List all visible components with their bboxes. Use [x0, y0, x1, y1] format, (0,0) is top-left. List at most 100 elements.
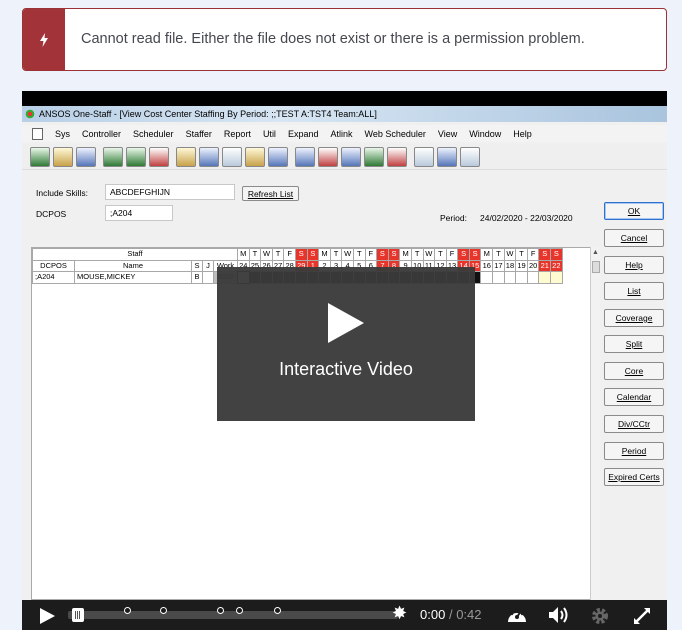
row-s: B	[191, 271, 203, 284]
weekday-header: S	[306, 248, 320, 261]
weekday-header: S	[468, 248, 482, 261]
weekday-header: T	[515, 248, 528, 261]
toolbar-grid-icon	[76, 146, 96, 167]
toolbar-chart-icon	[199, 146, 219, 167]
toolbar-schedule2-icon	[126, 146, 146, 167]
menu-bar: Sys Controller Scheduler Staffer Report …	[22, 125, 667, 142]
menu-item-util: Util	[262, 128, 276, 139]
staff-header: Staff	[32, 248, 238, 261]
toolbar-alert-icon	[387, 146, 407, 167]
menu-item-sys: Sys	[55, 128, 71, 139]
toolbar-people-icon	[318, 146, 338, 167]
interaction-marker[interactable]	[217, 607, 224, 614]
toolbar-staff-icon	[30, 146, 50, 167]
interaction-marker[interactable]	[236, 607, 243, 614]
toolbar-schedule3-icon	[149, 146, 169, 167]
grid-header-weekdays: Staff M T W T F S S M T W T F S S M T W T F S S M T W T F S S	[32, 248, 563, 261]
error-alert: Cannot read file. Either the file does n…	[22, 8, 667, 71]
menu-item-report: Report	[223, 128, 251, 139]
scroll-thumb	[592, 261, 600, 273]
name-column-header: Name	[74, 259, 192, 272]
weekday-header: F	[445, 248, 459, 261]
ok-button: OK	[604, 202, 664, 220]
play-icon[interactable]	[328, 303, 364, 343]
fullscreen-icon[interactable]	[632, 606, 652, 626]
row-dcpos: ;A204	[32, 271, 75, 284]
toolbar-calendar-icon	[341, 146, 361, 167]
menu-item-atlink: Atlink	[330, 128, 353, 139]
day-number-header: 16	[480, 259, 494, 272]
document-icon	[32, 127, 43, 140]
period-label: Period:	[440, 213, 467, 223]
weekday-header: W	[503, 248, 517, 261]
day-number-header: 21	[538, 259, 552, 272]
menu-item-web-scheduler: Web Scheduler	[364, 128, 426, 139]
dcpos-input: ;A204	[105, 205, 173, 221]
toolbar-notes-icon	[414, 146, 434, 167]
period-button: Period	[604, 442, 664, 460]
div-cctr-button: Div/CCtr	[604, 415, 664, 433]
j-column-header: J	[202, 259, 214, 272]
interaction-marker[interactable]	[274, 607, 281, 614]
window-titlebar: ANSOS One-Staff - [View Cost Center Staf…	[22, 106, 667, 122]
toolbar	[22, 144, 667, 170]
toolbar-list-icon	[295, 146, 315, 167]
weekday-header: T	[434, 248, 447, 261]
weekday-header: M	[480, 248, 494, 261]
window-title: ANSOS One-Staff - [View Cost Center Staf…	[39, 109, 377, 119]
day-number-header: 20	[526, 259, 540, 272]
menu-item-staffer: Staffer	[185, 128, 212, 139]
interaction-marker[interactable]	[160, 607, 167, 614]
weekday-header: T	[271, 248, 285, 261]
weekday-header: T	[352, 248, 366, 261]
volume-icon[interactable]	[548, 606, 570, 624]
dcpos-column-header: DCPOS	[32, 259, 75, 272]
progress-track[interactable]	[68, 607, 398, 619]
weekday-header: F	[526, 248, 540, 261]
weekday-header: M	[399, 248, 412, 261]
progress-handle[interactable]	[72, 608, 84, 622]
calendar-button: Calendar	[604, 388, 664, 406]
day-number-header: 17	[492, 259, 505, 272]
weekday-header: T	[248, 248, 262, 261]
weekday-header: W	[422, 248, 436, 261]
settings-gear-icon[interactable]	[590, 606, 610, 626]
weekday-header: S	[387, 248, 401, 261]
video-player[interactable]: ANSOS One-Staff - [View Cost Center Staf…	[22, 91, 667, 630]
schedule-cell	[550, 271, 563, 284]
schedule-cell	[515, 271, 528, 284]
toolbar-print-icon	[437, 146, 457, 167]
overlay-label: Interactive Video	[279, 359, 413, 379]
bookmark-star-icon[interactable]: ✸	[392, 604, 407, 624]
schedule-cell	[526, 271, 540, 284]
menu-item-window: Window	[469, 128, 502, 139]
menu-item-expand: Expand	[287, 128, 319, 139]
weekday-header: S	[457, 248, 470, 261]
weekday-header: W	[341, 248, 354, 261]
weekday-header: W	[260, 248, 273, 261]
core-button: Core	[604, 362, 664, 380]
dcpos-label: DCPOS	[36, 209, 67, 219]
expired-certs-button: Expired Certs	[604, 468, 664, 486]
day-number-header: 22	[550, 259, 563, 272]
include-skills-input: ABCDEFGHIJN	[105, 184, 235, 200]
coverage-button: Coverage	[604, 309, 664, 327]
interactive-video-overlay[interactable]: Interactive Video	[217, 267, 475, 421]
scroll-up-icon: ▲	[592, 249, 599, 256]
weekday-header: M	[237, 248, 250, 261]
schedule-cell	[538, 271, 552, 284]
period-value: 24/02/2020 - 22/03/2020	[480, 213, 573, 223]
menu-item-view: View	[437, 128, 458, 139]
menu-item-controller: Controller	[82, 128, 122, 139]
list-button: List	[604, 282, 664, 300]
speed-gauge-icon[interactable]	[506, 606, 528, 624]
total-time: 0:42	[456, 607, 482, 622]
app-logo-icon	[25, 109, 35, 119]
toolbar-check-icon	[364, 146, 384, 167]
toolbar-binoculars-icon	[222, 146, 242, 167]
toolbar-schedule-icon	[103, 146, 123, 167]
play-button[interactable]	[40, 608, 55, 624]
alert-icon-bar	[23, 9, 65, 70]
interaction-marker[interactable]	[124, 607, 131, 614]
include-skills-label: Include Skills:	[36, 188, 88, 198]
